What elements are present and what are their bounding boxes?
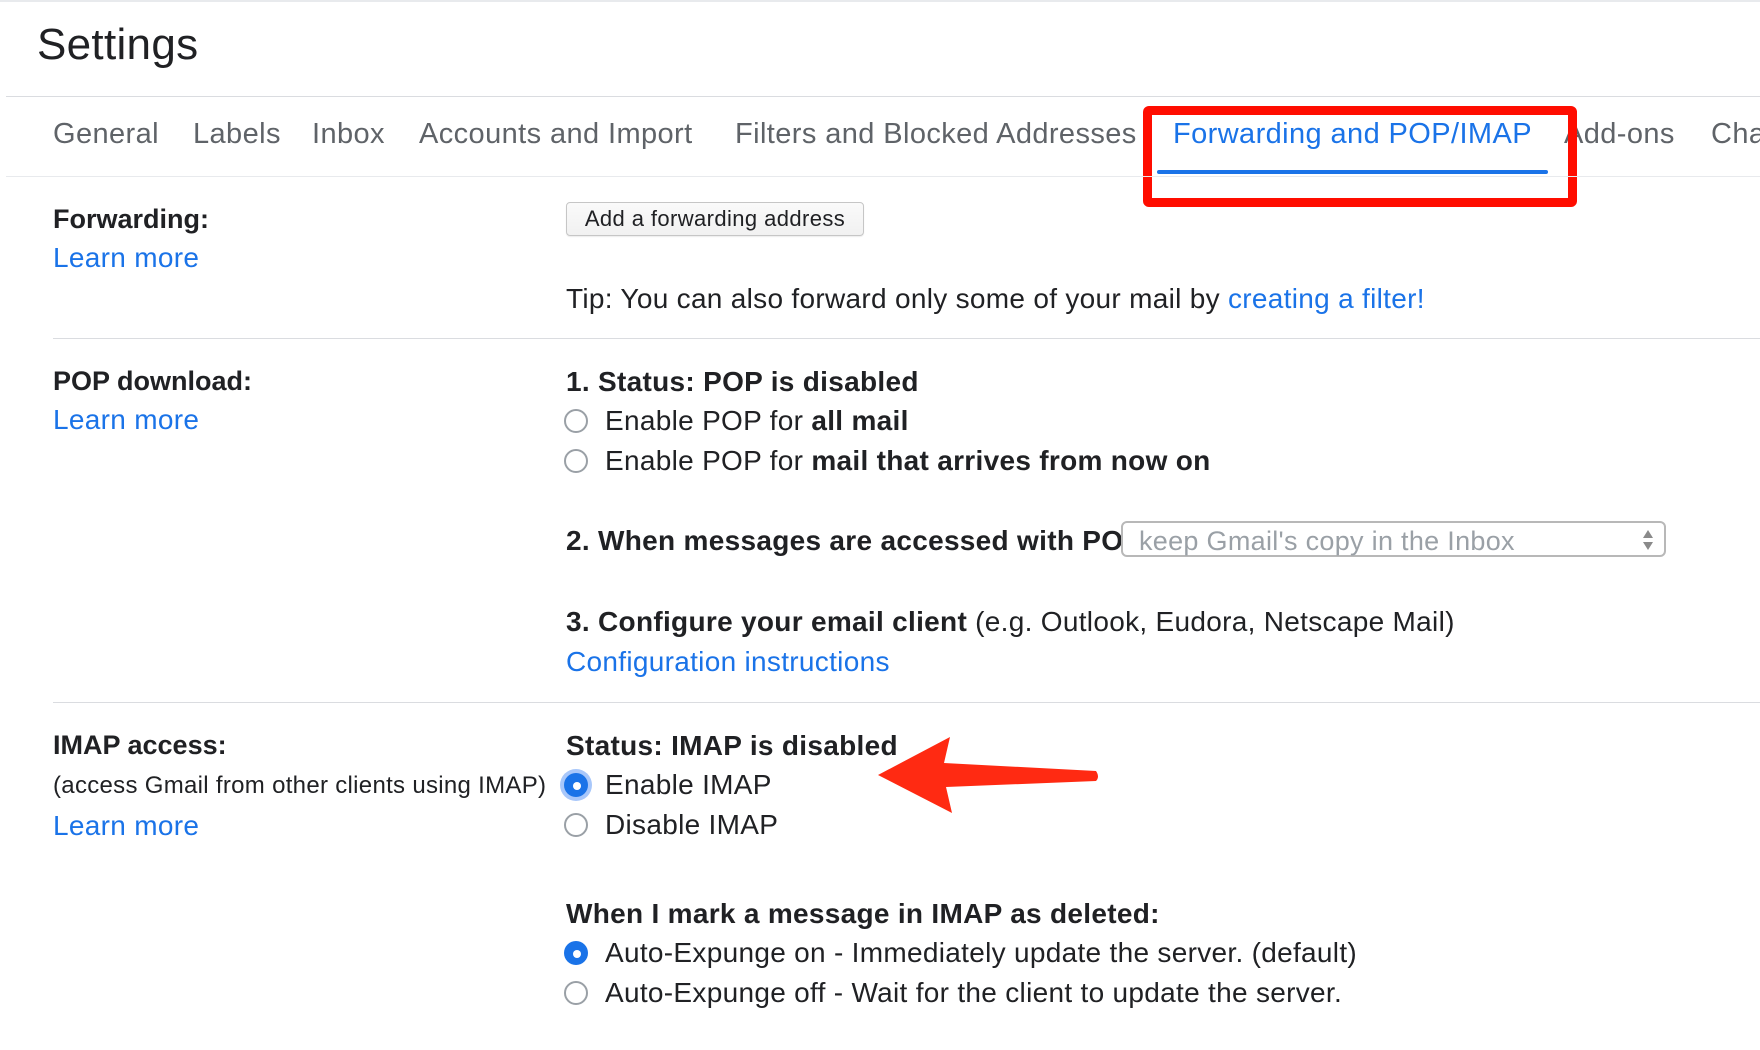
option-text: Enable POP for bbox=[605, 445, 812, 476]
pop-learn-more-link[interactable]: Learn more bbox=[53, 404, 199, 436]
page-title: Settings bbox=[37, 20, 199, 69]
disable-imap-label: Disable IMAP bbox=[605, 809, 779, 840]
option-emphasis: all mail bbox=[811, 405, 909, 436]
divider bbox=[6, 176, 1760, 177]
configure-heading: 3. Configure your email client bbox=[566, 606, 968, 637]
pop-status: 1. Status: POP is disabled bbox=[566, 366, 919, 397]
forwarding-label: Forwarding: bbox=[53, 204, 209, 234]
pop-configure-client: 3. Configure your email client (e.g. Out… bbox=[566, 606, 1455, 638]
add-forwarding-address-button[interactable]: Add a forwarding address bbox=[566, 202, 864, 236]
option-text: Enable POP for bbox=[605, 405, 812, 436]
configuration-instructions-link[interactable]: Configuration instructions bbox=[566, 646, 890, 678]
pop-from-now-option: Enable POP for mail that arrives from no… bbox=[605, 445, 1211, 477]
imap-deleted-heading: When I mark a message in IMAP as deleted… bbox=[566, 898, 1160, 929]
tip-text: Tip: You can also forward only some of y… bbox=[566, 283, 1228, 314]
top-border bbox=[0, 0, 1760, 2]
tab-add-ons[interactable]: Add-ons bbox=[1564, 118, 1675, 151]
imap-access-label: IMAP access: bbox=[53, 730, 227, 760]
tab-inbox[interactable]: Inbox bbox=[312, 118, 385, 151]
imap-access-sublabel: (access Gmail from other clients using I… bbox=[53, 772, 547, 799]
auto-expunge-off-label: Auto-Expunge off - Wait for the client t… bbox=[605, 977, 1343, 1008]
auto-expunge-on-label: Auto-Expunge on - Immediately update the… bbox=[605, 937, 1358, 968]
disable-imap-radio[interactable] bbox=[564, 813, 588, 837]
auto-expunge-on-radio[interactable] bbox=[564, 941, 588, 965]
enable-imap-label: Enable IMAP bbox=[605, 769, 772, 800]
tab-labels[interactable]: Labels bbox=[193, 118, 281, 151]
highlight-box-annotation bbox=[1143, 106, 1577, 207]
pop-access-select[interactable]: keep Gmail's copy in the Inbox bbox=[1121, 521, 1666, 557]
imap-status: Status: IMAP is disabled bbox=[566, 730, 898, 761]
tab-general[interactable]: General bbox=[53, 118, 159, 151]
divider bbox=[6, 96, 1760, 97]
tab-accounts-and-import[interactable]: Accounts and Import bbox=[419, 118, 693, 151]
pop-all-mail-option: Enable POP for all mail bbox=[605, 405, 909, 437]
divider bbox=[53, 338, 1760, 339]
red-arrow-annotation bbox=[878, 737, 1098, 813]
select-value: keep Gmail's copy in the Inbox bbox=[1139, 526, 1515, 556]
pop-download-label: POP download: bbox=[53, 366, 253, 396]
configure-examples: (e.g. Outlook, Eudora, Netscape Mail) bbox=[967, 606, 1455, 637]
pop-all-mail-radio[interactable] bbox=[564, 409, 588, 433]
enable-imap-radio[interactable] bbox=[564, 773, 588, 797]
tab-filters-and-blocked-addresses[interactable]: Filters and Blocked Addresses bbox=[735, 118, 1137, 151]
divider bbox=[53, 702, 1760, 703]
auto-expunge-off-radio[interactable] bbox=[564, 981, 588, 1005]
pop-access-label: 2. When messages are accessed with POP bbox=[566, 525, 1143, 556]
tab-chat[interactable]: Cha bbox=[1711, 118, 1760, 151]
forwarding-learn-more-link[interactable]: Learn more bbox=[53, 242, 199, 274]
create-filter-link[interactable]: creating a filter! bbox=[1228, 283, 1425, 314]
imap-learn-more-link[interactable]: Learn more bbox=[53, 810, 199, 842]
option-emphasis: mail that arrives from now on bbox=[811, 445, 1211, 476]
forwarding-tip: Tip: You can also forward only some of y… bbox=[566, 283, 1425, 315]
pop-from-now-radio[interactable] bbox=[564, 449, 588, 473]
select-arrows-icon bbox=[1643, 530, 1653, 550]
